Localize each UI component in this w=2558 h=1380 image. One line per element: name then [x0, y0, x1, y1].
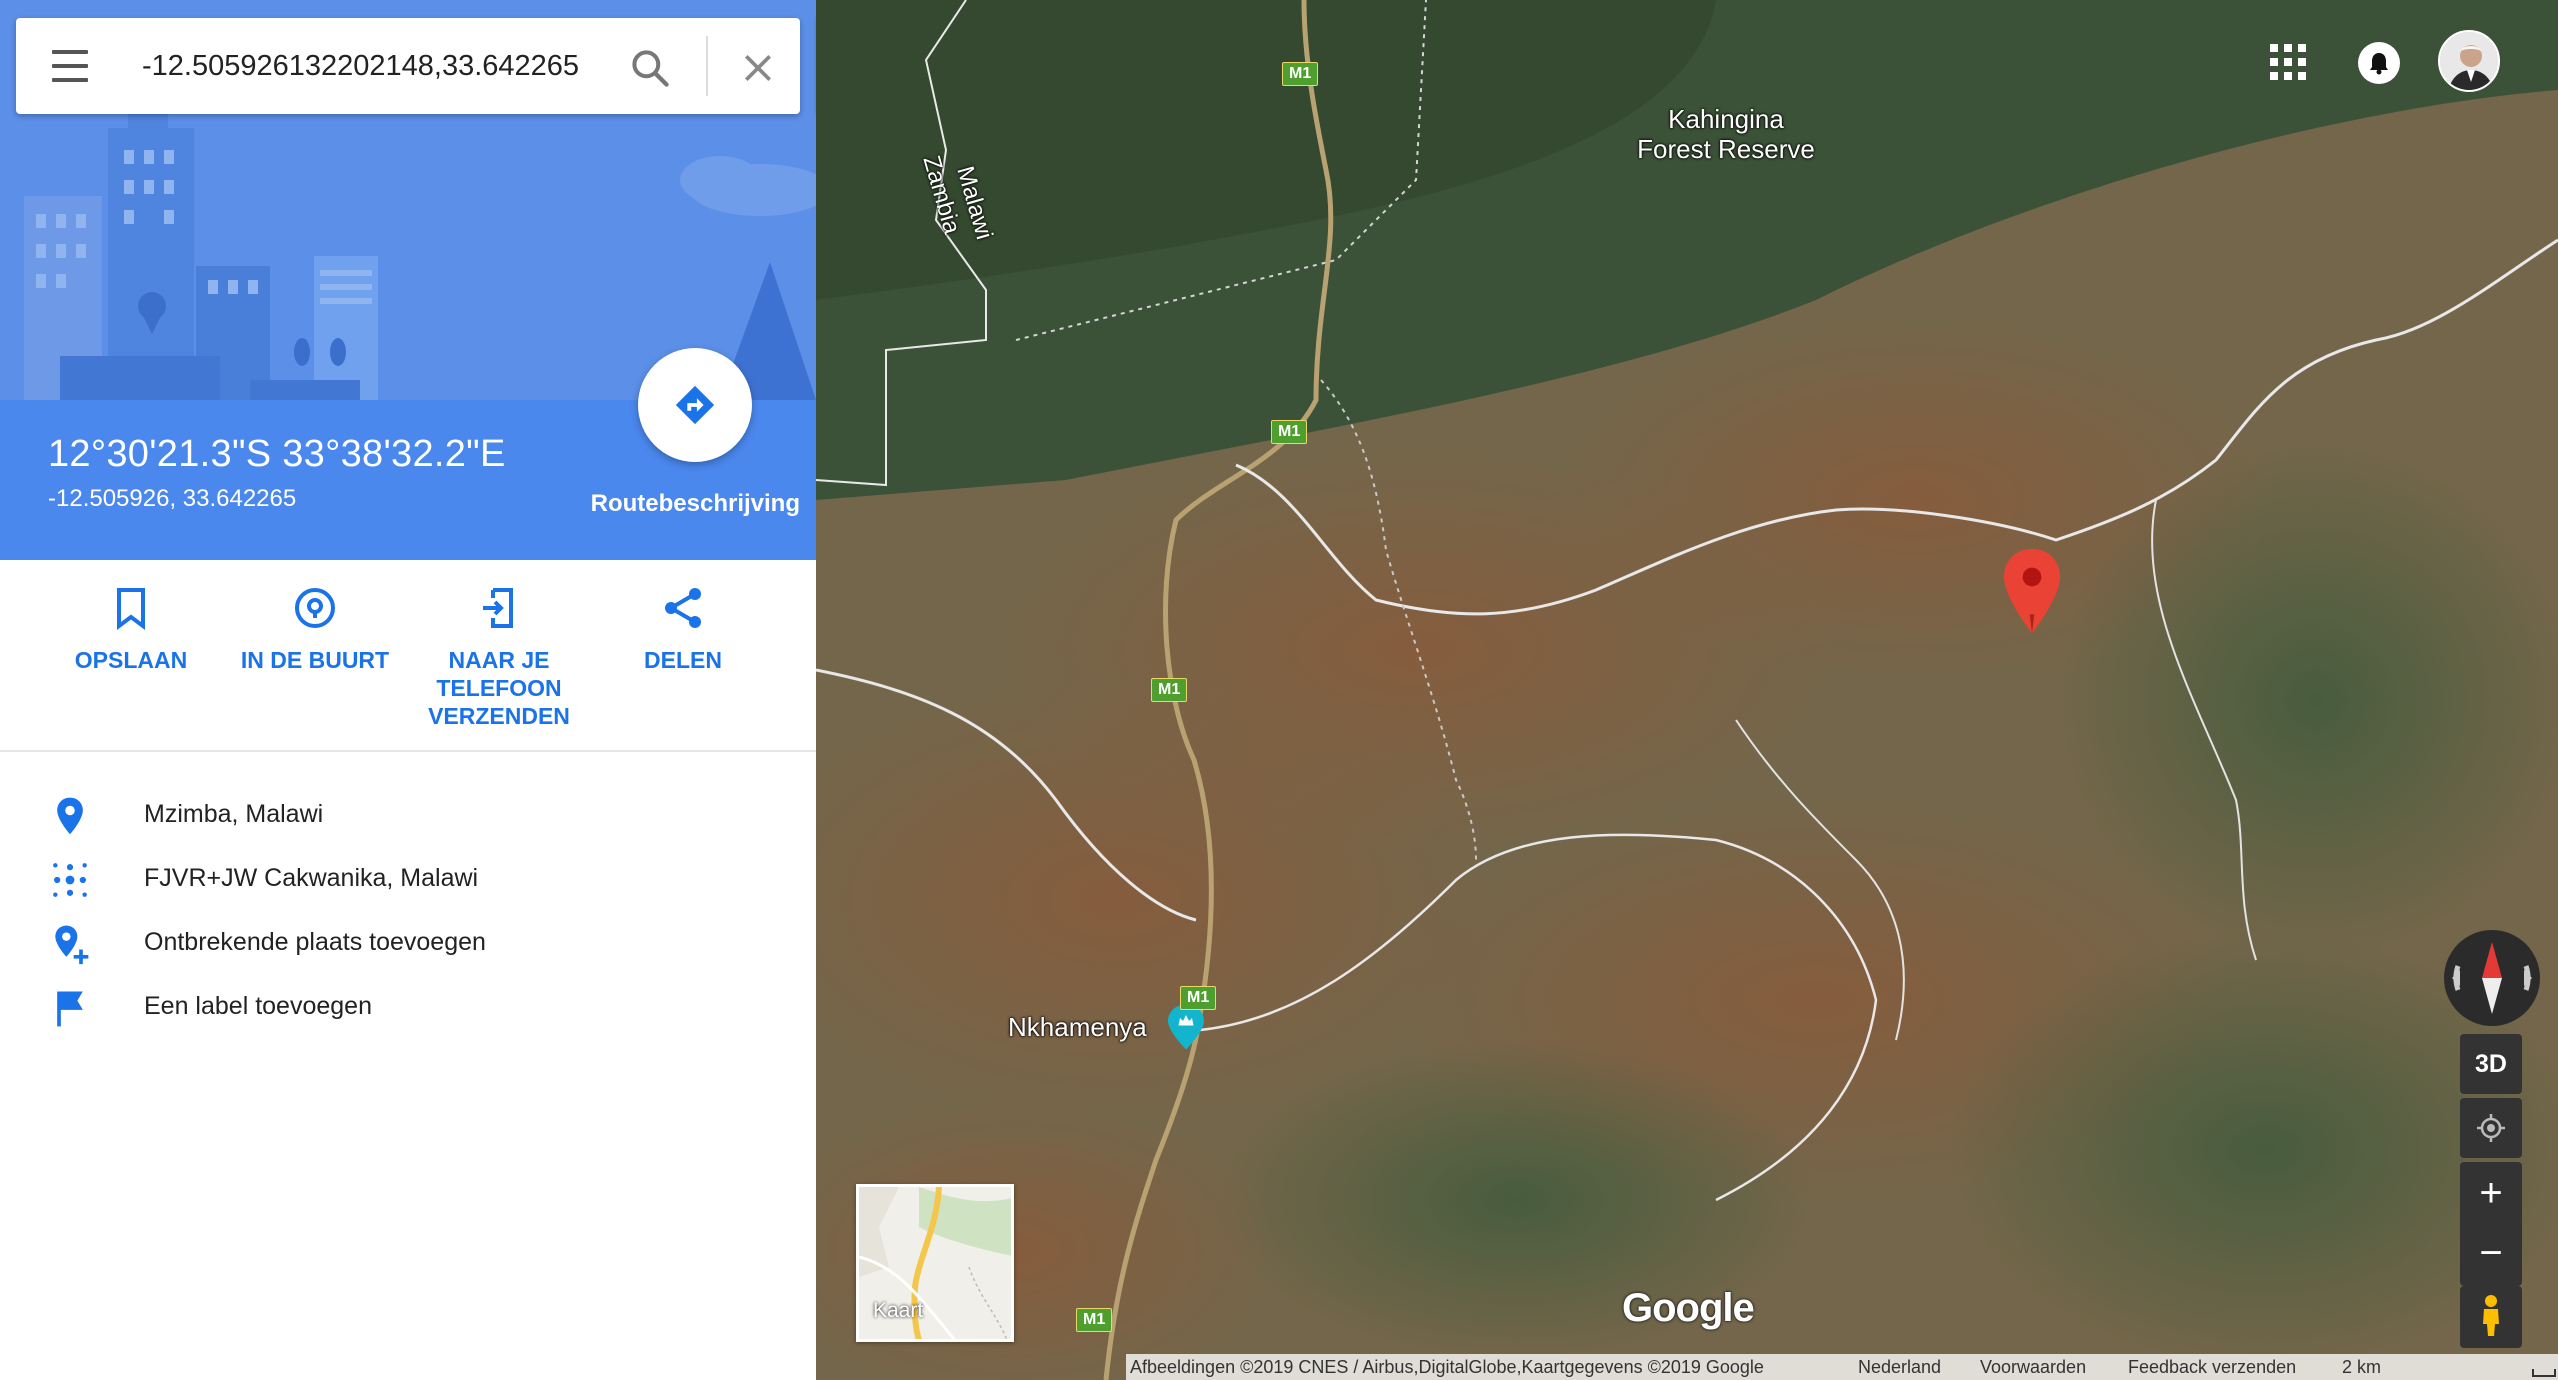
- street-view-pegman[interactable]: [2460, 1286, 2522, 1348]
- place-coordinates: -12.505926, 33.642265: [48, 485, 297, 512]
- zoom-control: + −: [2460, 1162, 2522, 1286]
- share-icon: [665, 588, 701, 628]
- add-place-icon: [55, 925, 89, 965]
- send-to-phone-button[interactable]: NAAR JE TELEFOON VERZENDEN: [404, 584, 594, 730]
- send-to-phone-label: NAAR JE TELEFOON VERZENDEN: [428, 647, 570, 729]
- scale-label[interactable]: 2 km: [2342, 1357, 2381, 1378]
- road-shield-m1: M1: [1151, 678, 1188, 702]
- attribution-text: Afbeeldingen ©2019 CNES / Airbus,Digital…: [1130, 1357, 1764, 1377]
- add-label-text: Een label toevoegen: [144, 992, 372, 1020]
- plus-code-icon: [53, 863, 87, 897]
- notifications-button[interactable]: [2358, 42, 2400, 84]
- nearby-label: IN DE BUURT: [240, 647, 390, 673]
- town-marker-icon[interactable]: [1168, 1004, 1204, 1050]
- road-shield-m1: M1: [1076, 1308, 1113, 1332]
- bookmark-icon: [117, 588, 145, 630]
- location-marker-icon[interactable]: [2004, 548, 2060, 634]
- close-icon: [745, 55, 771, 81]
- info-row-add-label[interactable]: Een label toevoegen: [0, 980, 816, 1036]
- share-button[interactable]: DELEN: [588, 584, 778, 674]
- search-divider: [706, 36, 708, 96]
- info-row-plus-code[interactable]: FJVR+JW Cakwanika, Malawi: [0, 852, 816, 908]
- address-text: Mzimba, Malawi: [144, 800, 324, 828]
- place-title: 12°30'21.3"S 33°38'32.2"E: [48, 433, 506, 475]
- add-place-text: Ontbrekende plaats toevoegen: [144, 928, 486, 956]
- info-row-address[interactable]: Mzimba, Malawi: [0, 788, 816, 844]
- terms-link[interactable]: Voorwaarden: [1980, 1357, 2086, 1378]
- pegman-icon: [2483, 1295, 2499, 1336]
- satellite-imagery: [816, 0, 2558, 1380]
- save-label: OPSLAAN: [74, 647, 188, 673]
- divider: [0, 750, 816, 752]
- google-logo: Google: [1622, 1286, 1755, 1330]
- nearby-icon: [295, 588, 335, 628]
- search-input[interactable]: [142, 42, 608, 90]
- forest-reserve-label: Kahingina Forest Reserve: [1637, 104, 1815, 164]
- road-shield-m1: M1: [1180, 986, 1217, 1010]
- bell-icon: [2370, 53, 2388, 75]
- share-label: DELEN: [644, 647, 722, 673]
- plus-code-text: FJVR+JW Cakwanika, Malawi: [144, 864, 479, 892]
- compass-icon: [2452, 942, 2532, 1014]
- zoom-in-button[interactable]: +: [2460, 1162, 2522, 1224]
- location-pin-icon: [57, 797, 83, 835]
- map-footer: Afbeeldingen ©2019 CNES / Airbus,Digital…: [1126, 1354, 2558, 1380]
- tilt-3d-button[interactable]: 3D: [2460, 1034, 2522, 1094]
- send-to-phone-icon: [483, 588, 513, 628]
- info-row-add-place[interactable]: Ontbrekende plaats toevoegen: [0, 916, 816, 972]
- search-icon[interactable]: [628, 46, 672, 90]
- action-row: OPSLAAN IN DE BUURT NAAR JE TELEFOON VER…: [0, 560, 816, 752]
- minimap-label: Kaart: [873, 1299, 924, 1322]
- directions-button[interactable]: [638, 348, 752, 462]
- apps-grid-button[interactable]: [2270, 44, 2306, 80]
- my-location-button[interactable]: [2460, 1098, 2522, 1158]
- road-shield-m1: M1: [1271, 420, 1308, 444]
- menu-button[interactable]: [50, 48, 90, 84]
- compass-control[interactable]: [2444, 930, 2540, 1026]
- clear-search-button[interactable]: [738, 48, 778, 88]
- side-panel: 12°30'21.3"S 33°38'32.2"E -12.505926, 33…: [0, 0, 816, 1380]
- map-canvas[interactable]: Kahingina Forest Reserve Malawi Zambia N…: [816, 0, 2558, 1380]
- my-location-icon: [2477, 1114, 2505, 1142]
- scale-bar: [2532, 1369, 2556, 1377]
- nearby-button[interactable]: IN DE BUURT: [220, 584, 410, 674]
- road-shield-m1: M1: [1282, 62, 1319, 86]
- feedback-link[interactable]: Feedback verzenden: [2128, 1357, 2296, 1378]
- directions-label[interactable]: Routebeschrijving: [570, 490, 800, 518]
- zoom-out-button[interactable]: −: [2460, 1224, 2522, 1286]
- avatar[interactable]: [2438, 30, 2500, 92]
- country-link[interactable]: Nederland: [1858, 1357, 1941, 1378]
- save-button[interactable]: OPSLAAN: [36, 584, 226, 674]
- search-box: [16, 18, 800, 114]
- flag-icon: [57, 991, 83, 1027]
- map-type-switcher[interactable]: Kaart: [856, 1184, 1014, 1342]
- directions-icon: [675, 385, 715, 425]
